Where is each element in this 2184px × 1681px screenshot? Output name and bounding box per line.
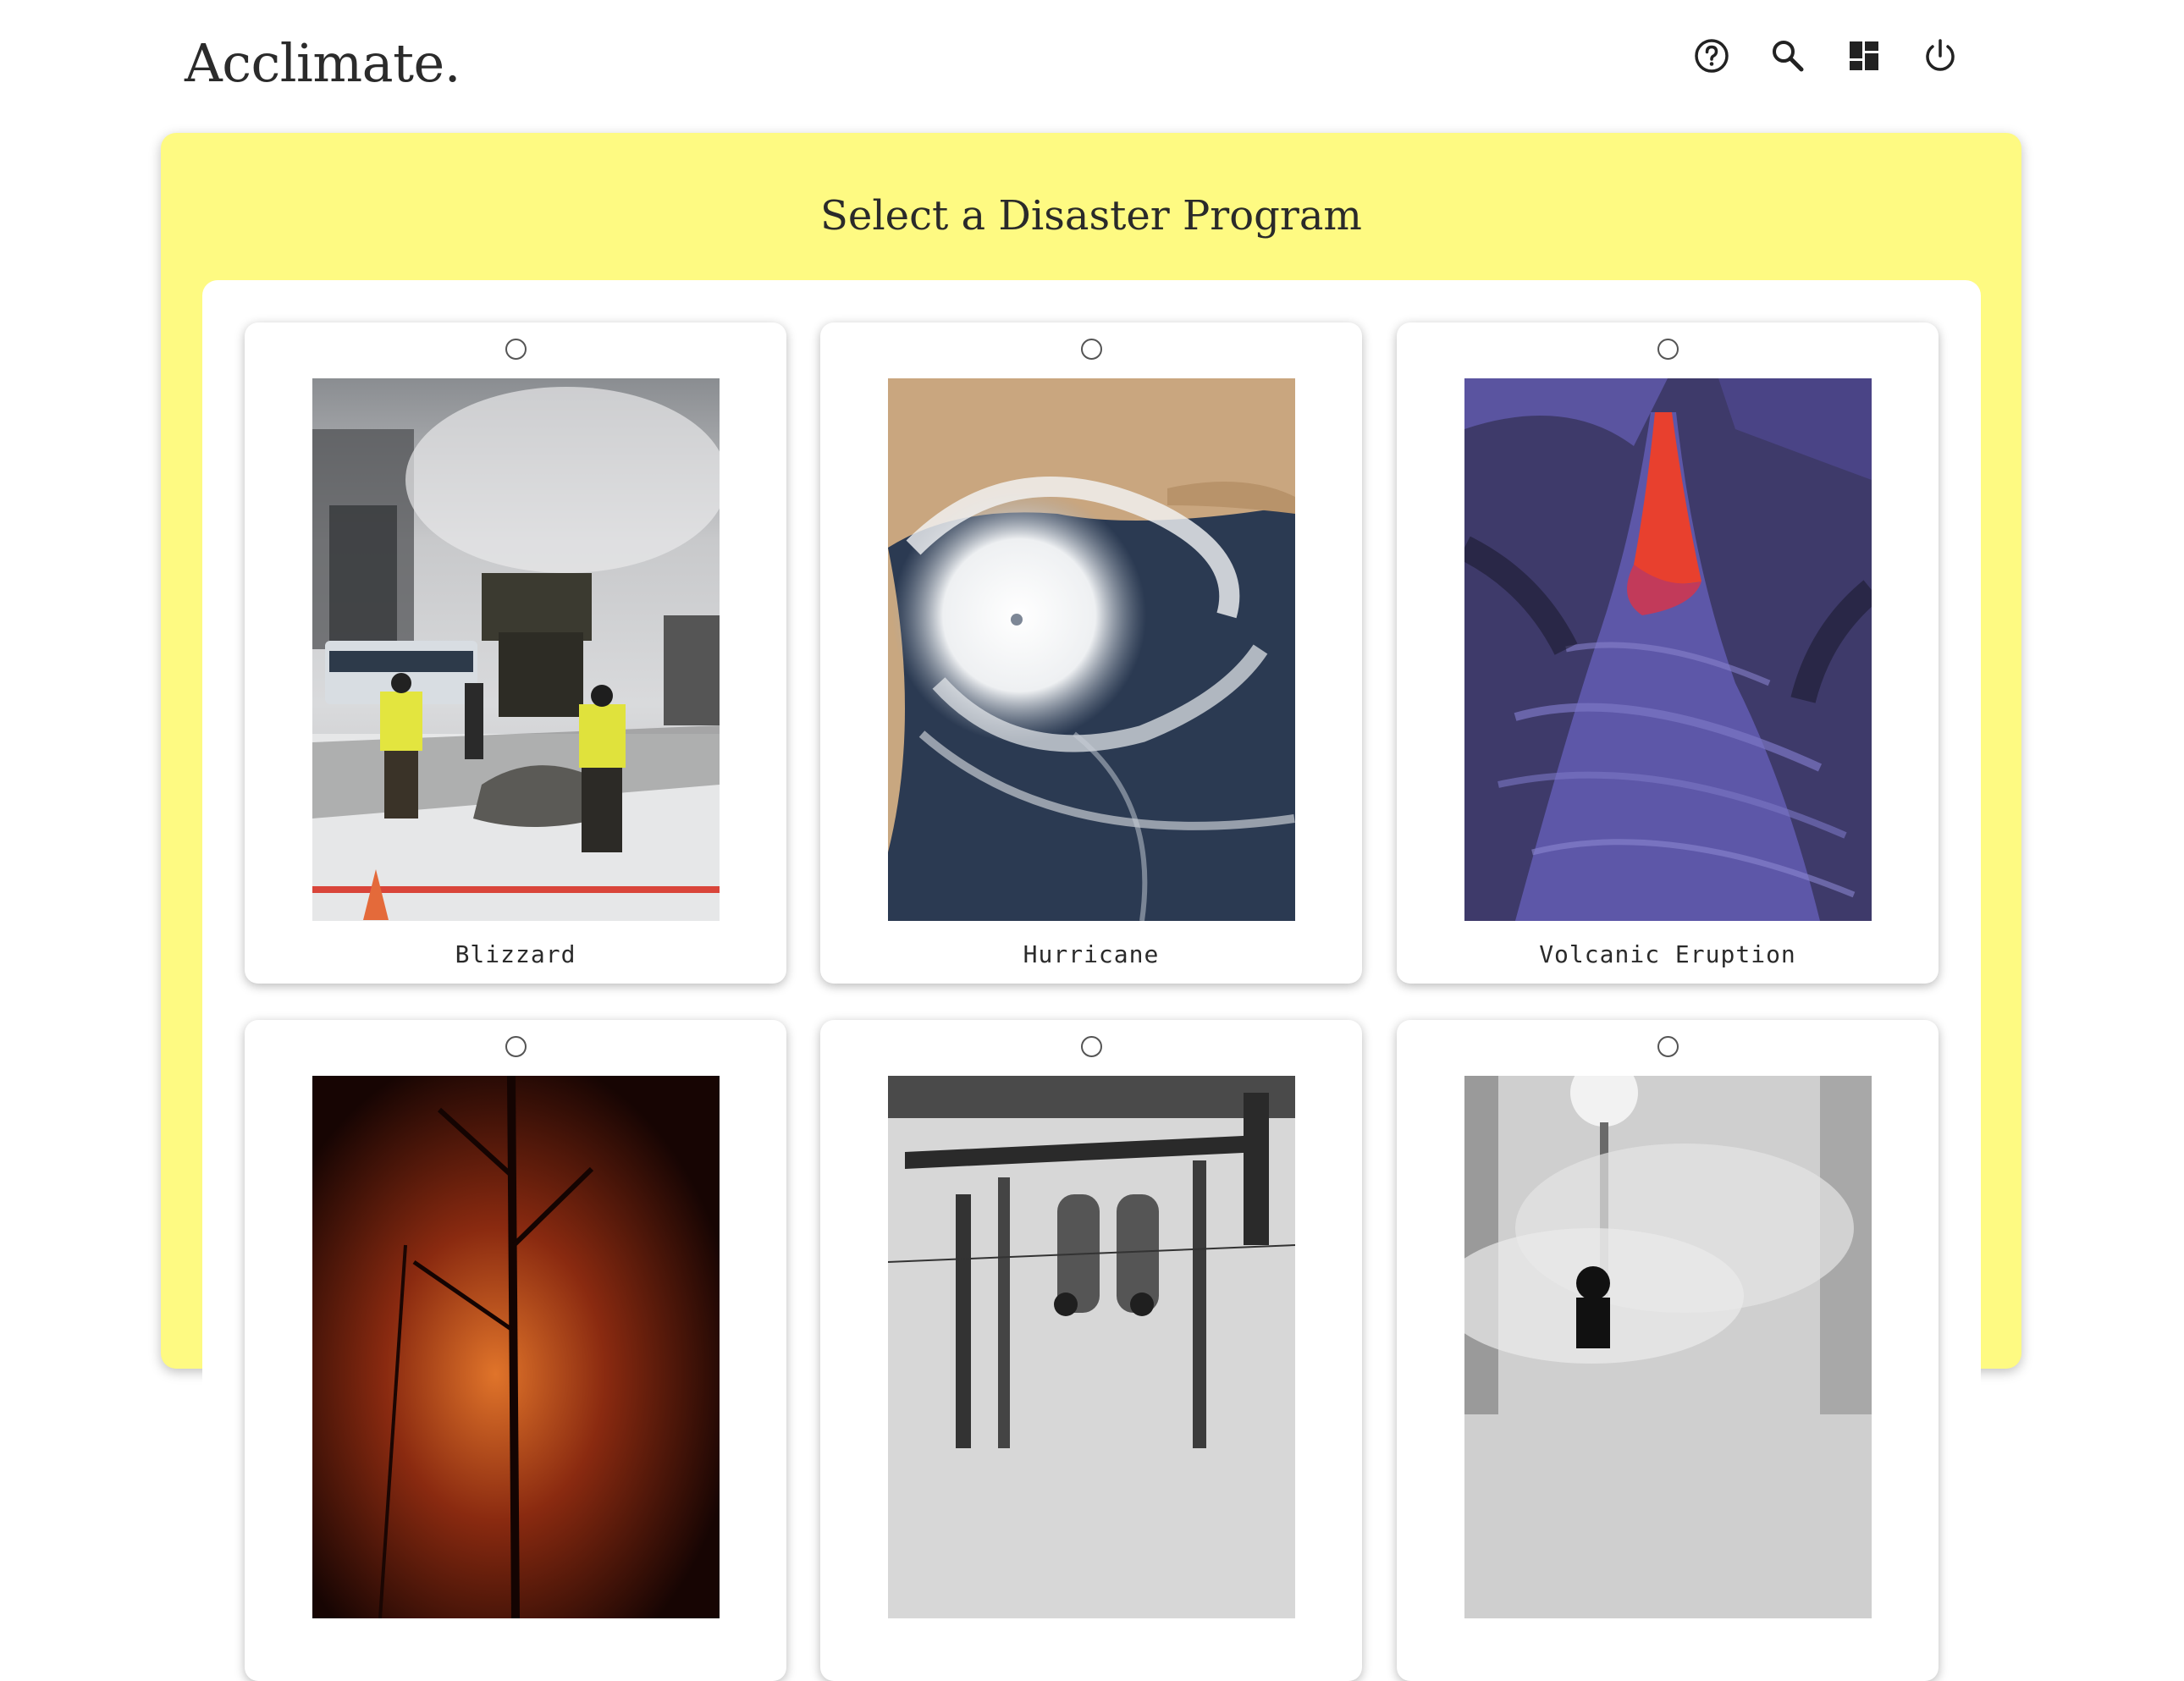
program-grid: Blizzard Hurricane Volcanic Eruption: [202, 280, 1981, 1681]
program-card-smoke[interactable]: [1397, 1020, 1939, 1681]
program-radio-volcanic-eruption[interactable]: [1657, 339, 1679, 360]
program-radio-industrial[interactable]: [1081, 1036, 1102, 1057]
disaster-program-panel: Select a Disaster Program Blizzard Hurri…: [161, 133, 2021, 1681]
program-card-volcanic-eruption[interactable]: Volcanic Eruption: [1397, 322, 1939, 984]
page-title: Select a Disaster Program: [820, 192, 1362, 240]
dashboard-icon[interactable]: [1845, 37, 1883, 74]
app-header: Acclimate.: [0, 0, 2184, 127]
program-card-industrial[interactable]: [820, 1020, 1362, 1681]
smoke-firefighter-photo: [1464, 1076, 1872, 1618]
help-icon[interactable]: [1693, 37, 1730, 74]
program-radio-blizzard[interactable]: [505, 339, 527, 360]
program-card-wildfire[interactable]: [245, 1020, 786, 1681]
program-label: Volcanic Eruption: [1539, 940, 1796, 968]
brand-logo[interactable]: Acclimate.: [185, 32, 461, 94]
program-card-blizzard[interactable]: Blizzard: [245, 322, 786, 984]
program-radio-hurricane[interactable]: [1081, 339, 1102, 360]
program-label: Blizzard: [455, 940, 576, 968]
program-card-hurricane[interactable]: Hurricane: [820, 322, 1362, 984]
lava-flow-photo: [1464, 378, 1872, 921]
industrial-plant-photo: [888, 1076, 1295, 1618]
hurricane-satellite-photo: [888, 378, 1295, 921]
program-radio-wildfire[interactable]: [505, 1036, 527, 1057]
power-icon[interactable]: [1922, 37, 1959, 74]
header-toolbar: [1693, 37, 1959, 74]
wildfire-photo: [312, 1076, 720, 1618]
search-icon[interactable]: [1769, 37, 1806, 74]
blizzard-photo: [312, 378, 720, 921]
program-radio-smoke[interactable]: [1657, 1036, 1679, 1057]
program-label: Hurricane: [1023, 940, 1160, 968]
